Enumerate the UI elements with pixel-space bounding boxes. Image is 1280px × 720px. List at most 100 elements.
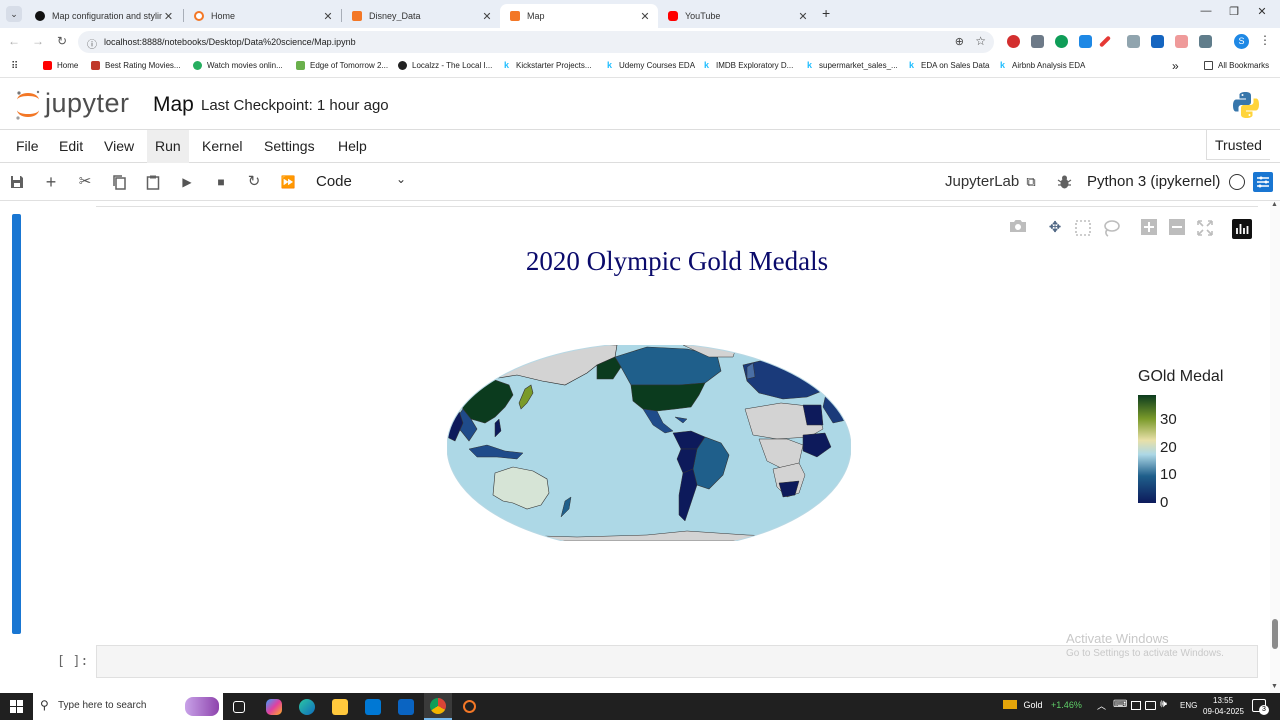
scroll-down-icon[interactable]: ▼ [1271,683,1278,690]
notebook-title[interactable]: Map [153,93,194,117]
restart-kernel-icon[interactable]: ↻ [245,173,263,191]
browser-tab[interactable]: Map configuration and styling ✕ [25,4,181,28]
bookmark-item[interactable]: Localzz - The Local I... [398,61,492,70]
active-cell-indicator[interactable] [12,214,21,634]
pan-icon[interactable]: ✥ [1045,219,1065,237]
edge-icon[interactable] [299,699,315,715]
bookmark-item[interactable]: Home [43,61,78,70]
extension-icon[interactable] [1098,35,1112,48]
profile-avatar[interactable]: S [1234,34,1249,49]
notification-icon[interactable]: 3 [1252,699,1269,715]
back-icon[interactable]: ← [6,34,22,48]
taskbar-search-box[interactable]: ⚲ Type here to search [33,693,223,720]
reload-icon[interactable]: ↻ [54,34,70,48]
jupyterlab-link[interactable]: JupyterLab ⧉ [945,173,1036,190]
close-icon[interactable]: ✕ [638,10,652,23]
file-explorer-icon[interactable] [332,699,348,715]
chrome-taskbar-item[interactable] [424,693,452,720]
zoom-out-icon[interactable] [1167,219,1187,237]
zoom-in-icon[interactable] [1139,219,1159,237]
windows-start-icon[interactable] [10,700,23,713]
close-window-icon[interactable]: ✕ [1252,5,1272,18]
property-inspector-icon[interactable] [1253,172,1273,192]
tray-battery-icon[interactable] [1131,701,1141,710]
bookmark-item[interactable]: k Udemy Courses EDA [605,61,695,71]
minimize-icon[interactable]: — [1196,5,1216,17]
stock-ticker-widget[interactable]: Gold +1.46% [1003,700,1082,710]
zoom-icon[interactable]: ⊕ [955,35,964,48]
tray-meet-icon[interactable]: ⌨ [1113,699,1127,710]
bookmark-item[interactable]: k IMDB Exploratory D... [702,61,793,71]
browser-menu-icon[interactable]: ⋮ [1259,33,1271,47]
extension-icon[interactable] [1175,35,1188,48]
copy-icon[interactable] [110,173,128,191]
bookmark-item[interactable]: k Kickstarter Projects... [502,61,592,71]
camera-icon[interactable] [1008,219,1028,237]
clock-time[interactable]: 13:55 [1213,696,1233,705]
kernel-name[interactable]: Python 3 (ipykernel) [1087,173,1220,190]
jupyter-logo[interactable]: jupyter [14,88,144,122]
clock-date[interactable]: 09-04-2025 [1203,707,1244,716]
tray-chevron-icon[interactable]: ︿ [1097,699,1106,712]
menu-view[interactable]: View [96,130,142,163]
extension-icon[interactable] [1151,35,1164,48]
jupyter-taskbar-icon[interactable] [463,700,476,713]
save-icon[interactable] [8,173,26,191]
run-cell-icon[interactable]: ▶ [178,173,196,191]
extension-icon[interactable] [1055,35,1068,48]
interrupt-kernel-icon[interactable]: ■ [212,173,230,191]
debugger-bug-icon[interactable] [1055,173,1073,191]
menu-run[interactable]: Run [147,130,189,163]
outlook-icon[interactable] [398,699,414,715]
all-bookmarks-folder[interactable]: All Bookmarks [1204,61,1269,70]
close-icon[interactable]: ✕ [796,10,810,23]
bookmark-item[interactable]: Edge of Tomorrow 2... [296,61,388,70]
scrollbar-track[interactable]: ▲ ▼ [1270,201,1280,693]
plotly-logo-icon[interactable] [1232,219,1252,239]
extension-icon[interactable] [1031,35,1044,48]
add-cell-icon[interactable]: + [42,173,60,191]
tray-network-icon[interactable] [1145,701,1156,710]
choropleth-map[interactable] [447,345,851,541]
extension-icon[interactable] [1127,35,1140,48]
copilot-icon[interactable] [266,699,282,715]
scroll-up-icon[interactable]: ▲ [1271,201,1278,208]
bookmark-item[interactable]: Best Rating Movies... [91,61,181,70]
language-indicator[interactable]: ENG [1180,701,1197,710]
browser-tab[interactable]: Home ✕ [184,4,341,28]
browser-tab[interactable]: Disney_Data ✕ [342,4,500,28]
trusted-indicator[interactable]: Trusted [1206,130,1270,160]
more-bookmarks-button[interactable]: » [1172,59,1179,73]
bookmark-item[interactable]: Watch movies onlin... [193,61,283,70]
store-icon[interactable] [365,699,381,715]
menu-kernel[interactable]: Kernel [194,130,250,163]
browser-tab-active[interactable]: Map ✕ [500,4,658,28]
cell-type-select[interactable]: Code ⌄ [308,172,408,193]
new-tab-button[interactable]: + [822,5,830,21]
cut-icon[interactable]: ✂ [76,173,94,191]
extension-icon[interactable] [1007,35,1020,48]
url-bar[interactable]: ⓘ localhost:8888/notebooks/Desktop/Data%… [78,31,994,53]
extension-icon[interactable] [1079,35,1092,48]
tab-search-button[interactable]: ⌄ [6,6,22,22]
bookmark-item[interactable]: k EDA on Sales Data [907,61,990,71]
paste-icon[interactable] [144,173,162,191]
menu-file[interactable]: File [8,130,47,163]
menu-settings[interactable]: Settings [256,130,323,163]
site-info-icon[interactable]: ⓘ [87,36,97,51]
restart-run-all-icon[interactable]: ⏩ [279,173,297,191]
menu-edit[interactable]: Edit [51,130,91,163]
scrollbar-thumb[interactable] [1272,619,1278,649]
forward-icon[interactable]: → [30,34,46,48]
bookmark-item[interactable]: k Airbnb Analysis EDA [998,61,1085,71]
box-select-icon[interactable] [1073,219,1093,237]
lasso-select-icon[interactable] [1101,219,1121,237]
bookmark-star-icon[interactable]: ☆ [975,34,986,48]
close-icon[interactable]: ✕ [480,10,494,23]
country-scandinavia[interactable] [766,345,796,364]
menu-help[interactable]: Help [330,130,375,163]
task-view-icon[interactable] [233,701,245,713]
reset-view-icon[interactable] [1195,219,1215,237]
apps-grid-icon[interactable]: ⠿ [11,61,18,72]
restore-icon[interactable]: ❐ [1224,5,1244,18]
